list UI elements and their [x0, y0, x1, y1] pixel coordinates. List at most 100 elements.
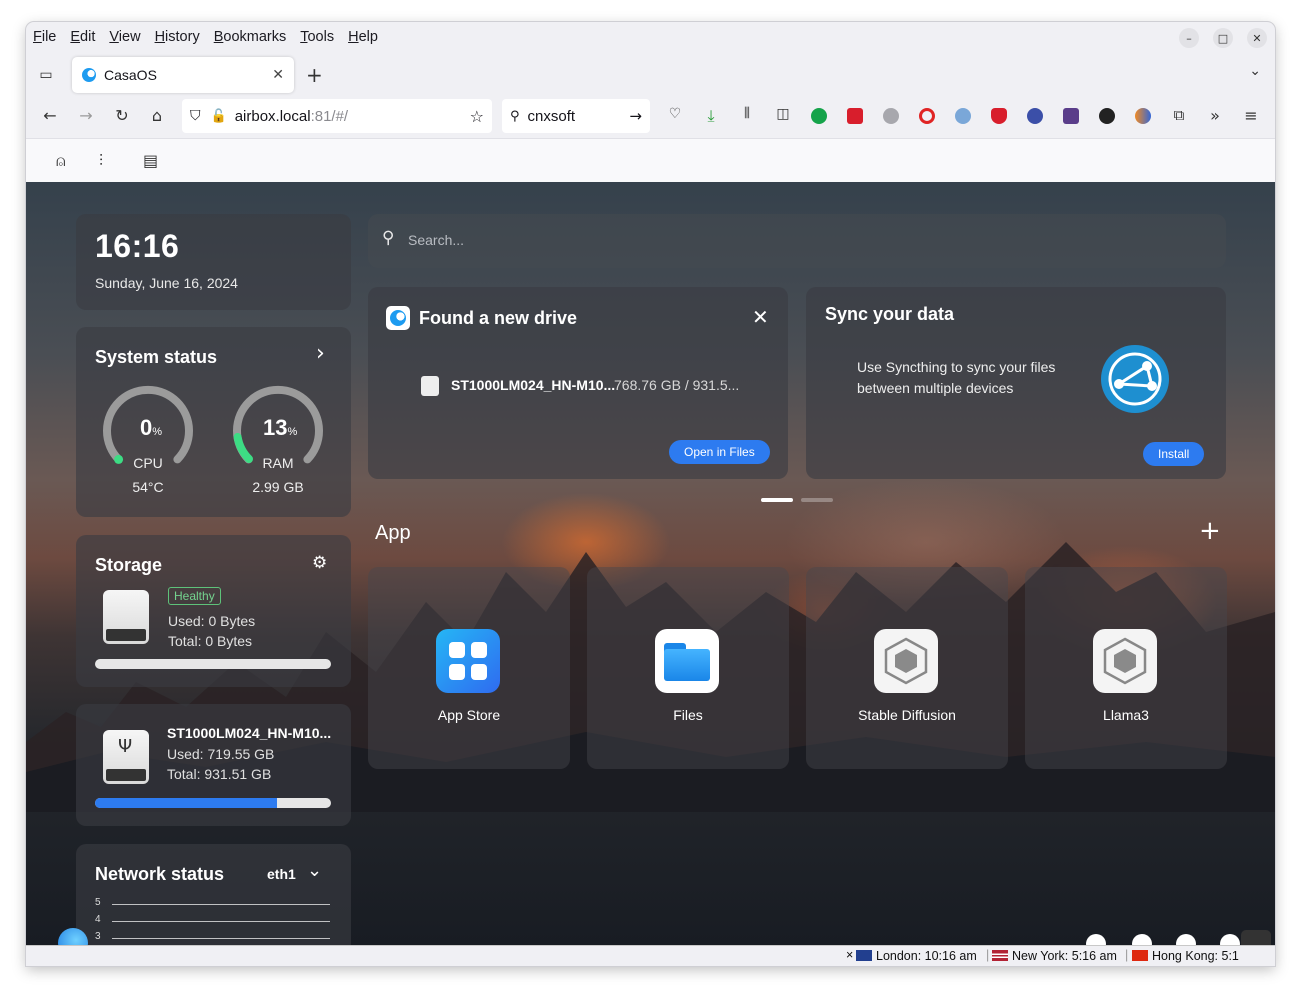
ram-percent: 13%: [263, 415, 298, 440]
sync-card-body-1: Use Syncthing to sync your files: [857, 359, 1056, 375]
hk-flag-icon: [1132, 950, 1148, 961]
open-in-files-button[interactable]: Open in Files: [669, 440, 770, 464]
ram-used: 2.99 GB: [252, 479, 304, 495]
browser-window: File Edit View History Bookmarks Tools H…: [26, 22, 1275, 966]
ram-label: RAM: [262, 455, 294, 471]
search-bar[interactable]: ⚲ cnxsoft →: [502, 99, 650, 133]
add-app-icon[interactable]: +: [1199, 516, 1221, 546]
url-bar[interactable]: ⛉ 🔓 airbox.local:81/#/ ☆: [182, 99, 492, 133]
search-box[interactable]: ⚲ Search...: [368, 214, 1226, 268]
colorful-extension-icon[interactable]: [1135, 108, 1151, 124]
hamburger-menu-icon[interactable]: ≡: [1240, 106, 1262, 125]
menu-help[interactable]: Help: [348, 29, 378, 45]
menu-file[interactable]: File: [33, 29, 56, 45]
system-status-title: System status: [95, 347, 218, 367]
menu-bookmarks[interactable]: Bookmarks: [214, 29, 287, 45]
forward-icon[interactable]: →: [75, 106, 97, 125]
menu-tools[interactable]: Tools: [300, 29, 334, 45]
network-tick-label: 5: [95, 897, 101, 908]
clock-london: London: 10:16 am: [876, 949, 977, 963]
drive-icon: [421, 376, 439, 396]
grammarly-icon[interactable]: [811, 108, 827, 124]
chevron-right-icon[interactable]: ›: [316, 341, 325, 366]
storage-used: Used: 0 Bytes: [168, 613, 256, 629]
go-arrow-icon[interactable]: →: [629, 107, 642, 125]
status-close-icon[interactable]: ×: [846, 948, 853, 962]
app-name: Stable Diffusion: [858, 707, 956, 723]
app-card-app-store[interactable]: App Store: [368, 567, 570, 769]
carousel-dot-active[interactable]: [761, 498, 793, 502]
firefox-view-icon[interactable]: ▭: [36, 64, 56, 84]
library-icon[interactable]: ⫼: [736, 106, 758, 121]
app-store-icon: [436, 629, 500, 693]
menu-view[interactable]: View: [109, 29, 140, 45]
planet-icon[interactable]: [1027, 108, 1043, 124]
tab-casaos[interactable]: CasaOS ✕: [72, 57, 294, 93]
checkerboard-extension-icon[interactable]: [1063, 108, 1079, 124]
syncthing-icon: [1101, 345, 1169, 413]
network-grid-line: [112, 904, 330, 905]
menu-edit[interactable]: Edit: [70, 29, 95, 45]
app-card-files[interactable]: Files: [587, 567, 789, 769]
search-icon: ⚲: [510, 108, 520, 124]
overflow-chevrons-icon[interactable]: »: [1204, 106, 1226, 125]
world-clock-statusbar: × London: 10:16 am | New York: 5:16 am |…: [26, 945, 1275, 966]
carousel-dot[interactable]: [801, 498, 833, 502]
close-tab-icon[interactable]: ✕: [272, 67, 284, 83]
sliders-icon[interactable]: ⫶: [99, 151, 103, 171]
network-iface[interactable]: eth1: [267, 866, 296, 882]
insecure-lock-icon[interactable]: 🔓: [211, 109, 227, 124]
maximize-button[interactable]: □: [1213, 28, 1233, 48]
url-host: airbox.local: [234, 107, 311, 125]
tab-title: CasaOS: [104, 67, 157, 83]
app-card-llama3[interactable]: Llama3: [1025, 567, 1227, 769]
search-bar-text: cnxsoft: [527, 107, 576, 125]
nav-bar: ← → ↻ ⌂ ⛉ 🔓 airbox.local:81/#/ ☆ ⚲ cnxso…: [26, 96, 1275, 138]
cube-icon: [874, 629, 938, 693]
separator: |: [1125, 948, 1129, 962]
new-tab-button[interactable]: +: [306, 63, 323, 87]
usb-drive-name: ST1000LM024_HN-M10...: [167, 725, 332, 741]
download-icon[interactable]: ⤓: [700, 106, 722, 126]
app-name: Llama3: [1103, 707, 1149, 723]
network-grid-line: [112, 921, 330, 922]
pocket-icon[interactable]: ♡: [664, 106, 686, 122]
user-icon[interactable]: ⍝: [56, 151, 66, 171]
system-status-widget: System status › 0% CPU 54°C 13% RAM 2.99…: [76, 327, 351, 517]
chevron-down-icon[interactable]: ⌄: [307, 860, 322, 881]
new-drive-size: 768.76 GB / 931.5...: [614, 377, 740, 393]
minimize-button[interactable]: –: [1179, 28, 1199, 48]
usb-drive-widget: Ψ ST1000LM024_HN-M10... Used: 719.55 GB …: [76, 704, 351, 826]
shield-icon[interactable]: ⛉: [190, 108, 201, 124]
back-icon[interactable]: ←: [39, 106, 61, 125]
storage-total: Total: 0 Bytes: [168, 633, 253, 649]
pdf-extension-icon[interactable]: [847, 108, 863, 124]
clock-time: 16:16: [95, 228, 180, 264]
tab-bar: ▭ CasaOS ✕ + ⌄: [26, 54, 1275, 94]
close-window-button[interactable]: ✕: [1247, 28, 1267, 48]
menu-history[interactable]: History: [155, 29, 200, 45]
casaos-toolbar: ⍝ ⫶ ▤: [26, 138, 1275, 182]
install-button[interactable]: Install: [1143, 442, 1205, 466]
app-card-stable-diffusion[interactable]: Stable Diffusion: [806, 567, 1008, 769]
terminal-icon[interactable]: ▤: [143, 151, 158, 170]
dark-extension-icon[interactable]: [1099, 108, 1115, 124]
close-icon[interactable]: ✕: [752, 305, 769, 329]
list-all-tabs-chevron-icon[interactable]: ⌄: [1249, 63, 1261, 79]
block-icon[interactable]: [919, 108, 935, 124]
usb-drive-total: Total: 931.51 GB: [167, 766, 272, 782]
home-icon[interactable]: ⌂: [146, 106, 168, 125]
bookmark-star-icon[interactable]: ☆: [470, 107, 484, 126]
app-section-title: App: [375, 522, 411, 544]
ublock-icon[interactable]: [991, 108, 1007, 124]
sidebar-icon[interactable]: ◫: [772, 106, 794, 122]
link-extension-icon[interactable]: [955, 108, 971, 124]
storage-usage-bar: [95, 659, 331, 669]
globe-icon[interactable]: [883, 108, 899, 124]
extensions-puzzle-icon[interactable]: ⧉: [1168, 106, 1190, 124]
search-icon: ⚲: [382, 228, 395, 248]
gear-icon[interactable]: ⚙: [312, 553, 327, 573]
reload-icon[interactable]: ↻: [111, 106, 133, 125]
casaos-dashboard: 16:16 Sunday, June 16, 2024 System statu…: [26, 182, 1275, 966]
healthy-badge: Healthy: [168, 587, 221, 605]
